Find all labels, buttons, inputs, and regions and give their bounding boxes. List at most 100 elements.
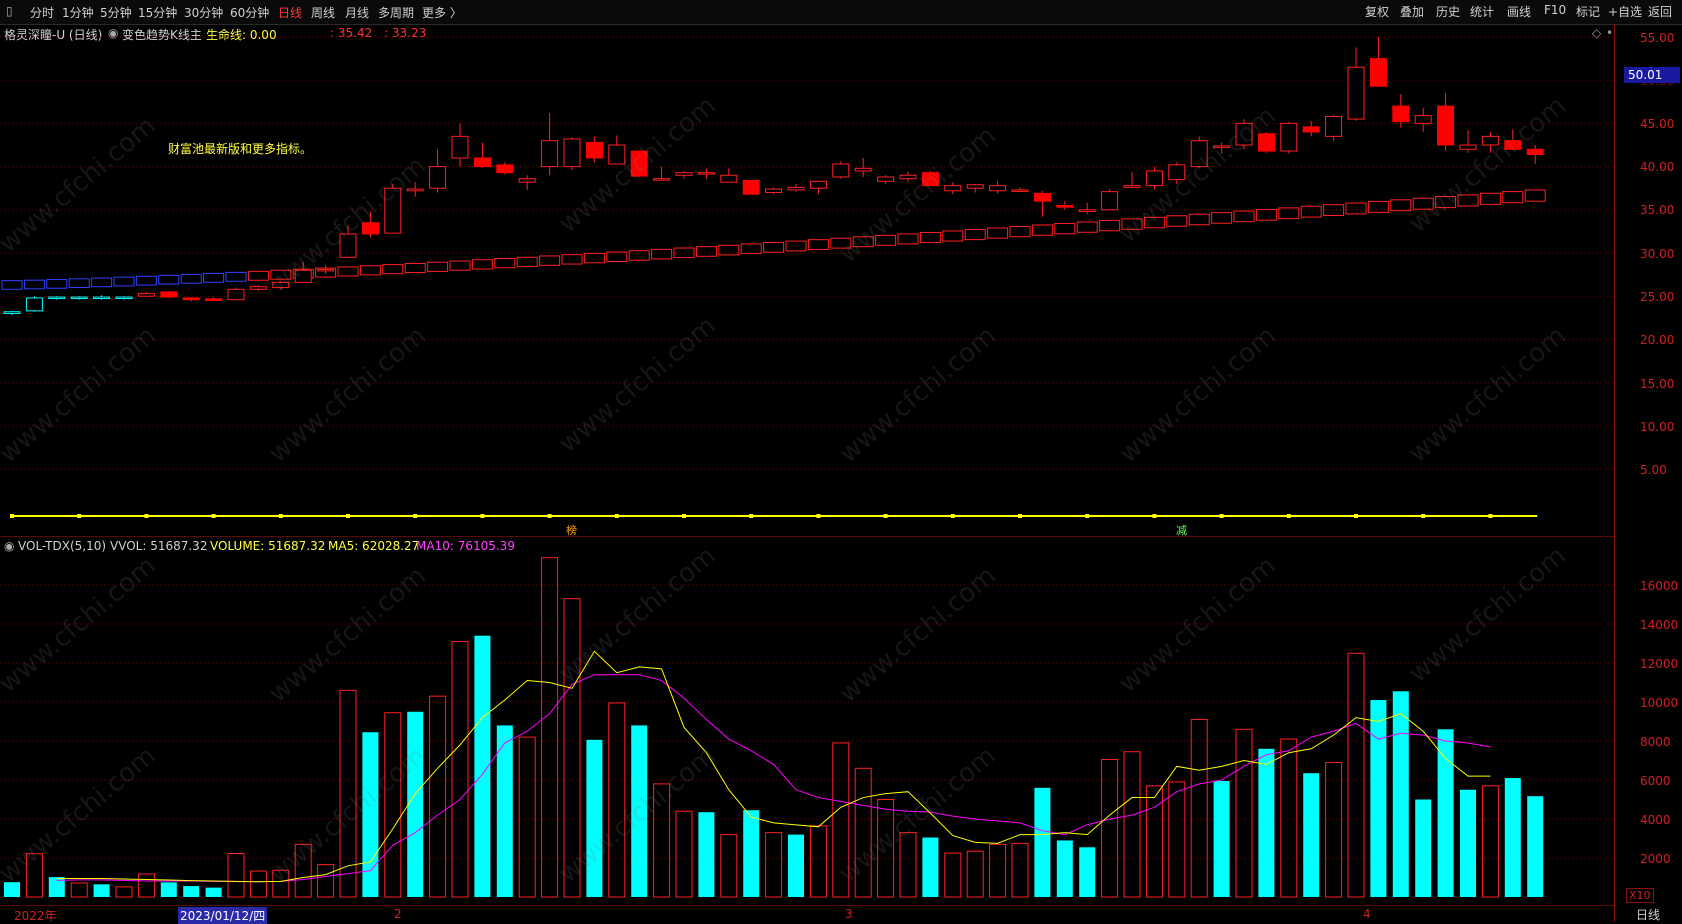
volume-bar [788,834,804,897]
candle-body [921,172,939,187]
volume-bar [675,810,693,898]
candle-body [720,174,738,183]
volume-bar [1460,789,1476,897]
candle-body [93,296,111,300]
candle-body [1280,122,1298,152]
lifeline-dot [1488,514,1493,518]
ma10-line [56,674,1491,883]
trend-box [1479,192,1501,205]
candle-body [675,172,693,176]
candle-body [1437,105,1455,146]
lifeline-dot [950,514,955,518]
volume-bar [1527,796,1544,897]
volume-bar [832,742,850,898]
volume-tick: 14000 [1640,618,1679,632]
candle-body [249,286,267,290]
candle-body [205,298,223,302]
candle-body [742,179,760,195]
candle-body [944,185,962,192]
candle-body [518,178,536,183]
volume-bar [1079,847,1096,897]
trend-box [1502,191,1524,204]
candle-body [1325,115,1343,137]
volume-bar [1325,761,1343,898]
marker-reduce[interactable]: 减 [1176,522,1187,538]
trend-box [135,275,157,286]
volume-bar [1303,773,1320,897]
candle-body [1481,135,1499,146]
trend-box [494,258,516,269]
trend-box [1457,194,1479,207]
button-back[interactable]: 返回 [1648,3,1672,20]
volume-bar [183,886,200,897]
candle-body [182,297,200,301]
trend-box [1009,225,1031,238]
trend-box [1524,189,1546,202]
lifeline-dot [1286,514,1291,518]
lifeline-dot [682,514,686,518]
volume-bar [384,712,402,898]
volume-bar [1437,729,1454,897]
trend-box [897,233,919,245]
volume-tick: 16000 [1640,579,1679,593]
volume-bar [541,557,559,898]
volume-bar [743,810,760,897]
trend-box [68,278,90,289]
trend-box [1166,215,1188,227]
trend-box [1345,202,1367,215]
trend-box [1412,197,1434,210]
candle-body [473,157,491,168]
lifeline-dot [614,514,619,518]
trend-box [785,240,807,252]
candle-body [1213,145,1231,148]
trend-box [628,250,650,261]
trend-box [225,271,247,282]
candle-body [137,293,155,297]
volume-bar [518,736,536,898]
volume-bar [1258,748,1275,897]
volume-bar [563,598,581,898]
volume-bar [70,882,88,898]
kline-chart[interactable] [0,0,1614,905]
y-axis-line [1614,24,1615,922]
volume-bar [205,887,222,897]
volume-bar [765,832,783,898]
trend-box [1233,210,1255,223]
candle-body [765,188,783,194]
lifeline-dot [1421,514,1426,518]
candle-body [25,297,43,312]
volume-bar [1235,728,1253,898]
lifeline-dot [1354,514,1358,518]
candle-body [1190,140,1208,168]
volume-bar [1481,785,1499,898]
date-label-selected: 2023/01/12/四 [178,907,268,924]
candle-body [496,164,514,174]
volume-bar [631,725,648,897]
volume-tick: 4000 [1640,813,1671,827]
candle-body [48,296,66,300]
volume-bar [698,812,715,897]
trend-box [875,234,897,246]
volume-bar [922,837,939,897]
candle-body [653,178,671,181]
trend-box [113,276,135,287]
volume-tick: 12000 [1640,657,1679,671]
volume-bar [608,702,626,898]
price-tick: 10.00 [1640,420,1675,434]
trend-box [1188,213,1210,226]
lifeline-dot [1018,514,1022,518]
volume-bar [115,886,133,898]
trend-box [1,280,23,290]
candle-body [1056,204,1074,208]
marker-rank[interactable]: 榜 [566,522,577,538]
candle-body [1414,115,1432,124]
lifeline-dot [144,514,149,518]
price-tick: 35.00 [1640,203,1675,217]
volume-bar [1056,840,1073,897]
volume-bar [1145,785,1163,898]
trend-box [23,279,45,290]
trend-box [1031,224,1053,236]
date-label: 3 [845,907,853,921]
volume-bar [160,882,177,897]
trend-box [270,269,292,280]
